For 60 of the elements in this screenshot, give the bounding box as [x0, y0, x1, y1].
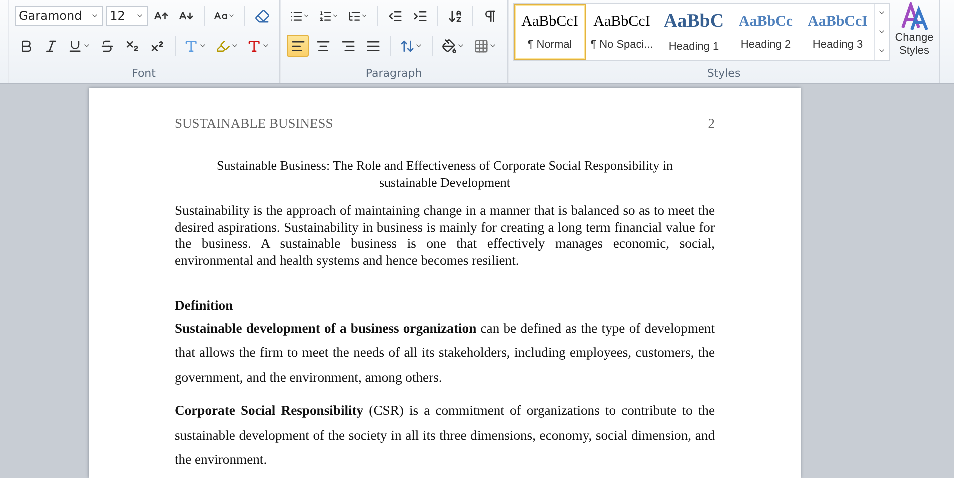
change-styles-button[interactable]: Change Styles	[890, 2, 939, 63]
pilcrow-icon	[482, 8, 498, 24]
caret-icon	[303, 12, 310, 20]
caret-icon	[361, 12, 368, 20]
letter-icon	[184, 38, 200, 54]
italic-icon	[44, 38, 58, 54]
style-name: ¶ Normal	[528, 38, 572, 50]
font-size-field[interactable]: 12	[106, 6, 148, 26]
style-name: Heading 2	[740, 38, 792, 50]
style-name: Heading 1	[668, 41, 720, 53]
align-icon	[316, 38, 330, 54]
group-label: Styles	[706, 66, 742, 82]
caret-icon	[332, 12, 340, 20]
underline-icon	[68, 38, 83, 54]
style-preview: AaBbCcI	[808, 14, 868, 30]
letters-icon	[900, 2, 930, 32]
paint-bucket-icon	[442, 38, 457, 54]
paragraph: Sustainable development of a business organization can be defined as the type of development that allows the firm to meet the needs of all its stakeholders, including employees, customers, the government, and the environment, among others.	[175, 320, 715, 387]
style-name: Heading 3	[812, 38, 864, 50]
align-button[interactable]	[287, 35, 309, 57]
style-preview: AaBbCcI	[594, 14, 650, 30]
group-label: Paragraph	[364, 66, 424, 82]
eraser-icon	[254, 8, 270, 24]
document-title: Sustainable Business: The Role and Effectiveness of Corporate Social Responsibility in sustainable Development	[216, 158, 674, 191]
style-preview: AaBbCc	[738, 14, 794, 30]
increase-indent-icon	[412, 8, 428, 24]
subscript-icon	[125, 38, 140, 54]
caret-icon	[199, 42, 207, 50]
section-heading: Definition	[175, 298, 234, 315]
style-name: ¶ No Spaci...	[590, 38, 654, 50]
caret-icon	[91, 12, 100, 20]
running-head: SUSTAINABLE BUSINESS	[175, 116, 334, 132]
paragraph: Corporate Social Responsibility (CSR) is a commitment of organizations to contribute to the sustainable development of the society in all its three dimensions, economy, social dimension, and the environment.	[175, 402, 715, 470]
highlighter-icon	[216, 38, 231, 54]
decrease-indent-icon	[388, 8, 403, 24]
align-icon	[290, 38, 306, 54]
caret-icon	[228, 12, 236, 20]
caret-icon	[82, 42, 90, 50]
style-preview: AaBbCcI	[522, 14, 578, 30]
sort-icon	[448, 8, 463, 24]
align-icon	[340, 38, 356, 54]
page-number: 2	[708, 116, 715, 132]
strikethrough-icon	[100, 38, 115, 54]
caret-icon	[230, 42, 238, 50]
group-label: Font	[131, 66, 157, 82]
superscript-icon	[150, 38, 165, 54]
caret-icon	[457, 42, 465, 50]
font-color-icon	[247, 38, 262, 54]
align-icon	[366, 38, 380, 54]
font-name-field[interactable]: Garamond	[15, 6, 104, 26]
borders-icon	[474, 38, 489, 54]
style-preview: AaBbC	[664, 11, 724, 33]
numbered-list-icon	[319, 8, 332, 24]
paragraph: Sustainability is the approach of maintaining change in a manner that is balanced so as to meet the desired aspirations. Sustainability in business is mainly for creating a long term financial value for the business. A sustainable business is one that effectively manages economic, social, environmental and health systems and hence becomes resilient.	[175, 203, 715, 270]
style-tile[interactable]: AaBbCcI ¶ Normal	[514, 4, 586, 60]
caret-icon	[489, 42, 497, 50]
caret-icon	[415, 42, 423, 50]
line-spacing-icon	[400, 38, 415, 54]
caret-icon	[262, 42, 270, 50]
caret-icon	[136, 12, 144, 20]
